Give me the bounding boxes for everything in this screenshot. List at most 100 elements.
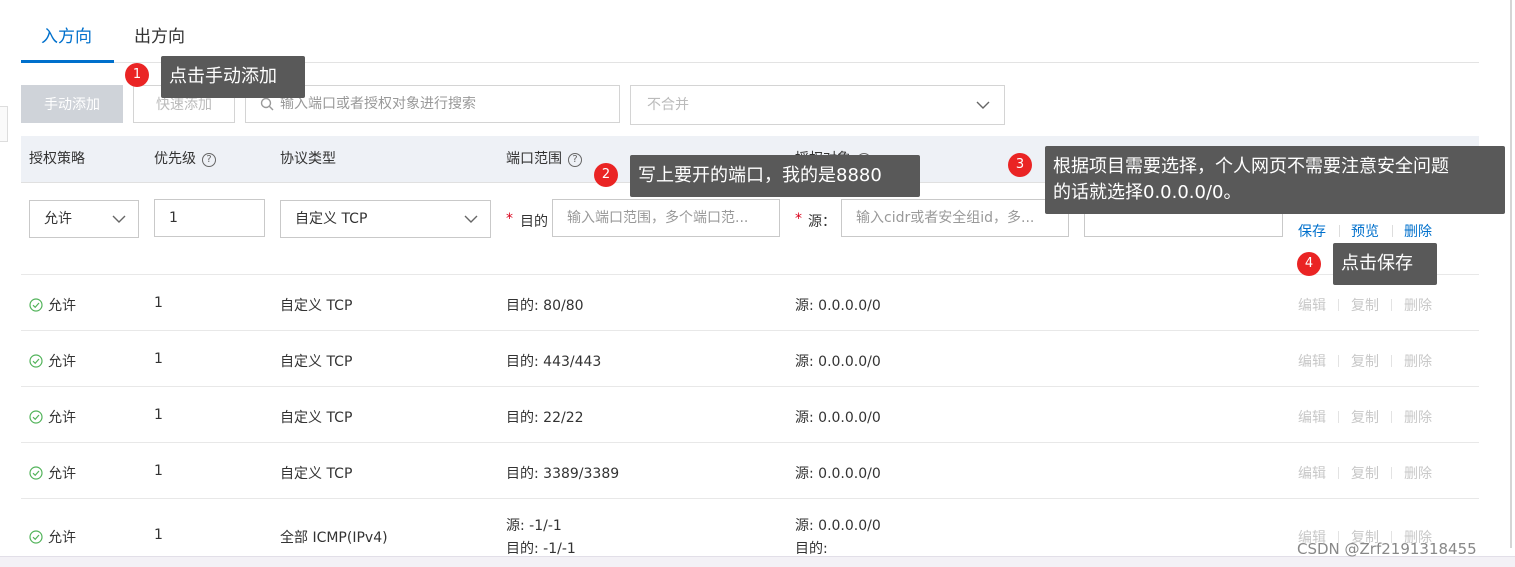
- active-tab-indicator: [21, 60, 114, 63]
- protocol-select-value: 自定义 TCP: [295, 211, 368, 227]
- protocol-cell: 自定义 TCP: [280, 466, 353, 482]
- protocol-select[interactable]: 自定义 TCP: [280, 200, 491, 238]
- tab-outbound[interactable]: 出方向: [134, 26, 185, 52]
- divider: [1391, 411, 1392, 423]
- policy-cell: 允许: [29, 407, 76, 427]
- port-cell: 目的: 3389/3389: [506, 466, 620, 482]
- annotation-badge-3: 3: [1008, 153, 1032, 177]
- divider: [1338, 467, 1339, 479]
- annotation-3-line-1: 根据项目需要选择，个人网页不需要注意安全问题: [1053, 156, 1449, 177]
- divider: [1391, 355, 1392, 367]
- target-cell: 源: 0.0.0.0/0: [795, 354, 881, 370]
- required-mark: *: [506, 211, 513, 227]
- policy-cell: 允许: [29, 295, 76, 315]
- copy-link[interactable]: 复制: [1351, 407, 1379, 427]
- protocol-cell: 自定义 TCP: [280, 354, 353, 370]
- copy-link[interactable]: 复制: [1351, 463, 1379, 483]
- policy-cell: 允许: [29, 527, 76, 547]
- panel-right-border: [1510, 0, 1512, 548]
- search-icon: [260, 97, 274, 111]
- chevron-down-icon: [112, 215, 126, 223]
- edit-link[interactable]: 编辑: [1298, 295, 1326, 315]
- target-cell: 源: 0.0.0.0/0: [795, 410, 881, 426]
- help-icon[interactable]: ?: [568, 152, 582, 167]
- port-range-field[interactable]: [552, 199, 780, 237]
- divider: [1338, 355, 1339, 367]
- annotation-badge-4: 4: [1297, 252, 1321, 276]
- check-circle-icon: [29, 466, 43, 480]
- table-row: 允许 1 全部 ICMP(IPv4) 源: -1/-1 目的: -1/-1 源:…: [21, 498, 1479, 557]
- divider: [1339, 225, 1340, 237]
- search-input[interactable]: [280, 96, 600, 112]
- annotation-badge-2: 2: [594, 163, 618, 187]
- policy-select[interactable]: 允许: [29, 200, 139, 238]
- check-circle-icon: [29, 298, 43, 312]
- header-protocol: 协议类型: [280, 151, 336, 167]
- target-cell-line2: 目的:: [795, 541, 828, 557]
- help-icon[interactable]: ?: [202, 152, 216, 167]
- policy-select-value: 允许: [44, 211, 72, 227]
- table-row: 允许 1 自定义 TCP 目的: 443/443 源: 0.0.0.0/0 编辑…: [21, 330, 1479, 386]
- check-circle-icon: [29, 410, 43, 424]
- check-circle-icon: [29, 530, 43, 544]
- divider: [1391, 299, 1392, 311]
- protocol-cell: 全部 ICMP(IPv4): [280, 530, 388, 546]
- protocol-cell: 自定义 TCP: [280, 410, 353, 426]
- preview-link[interactable]: 预览: [1351, 221, 1379, 241]
- header-port-range: 端口范围?: [506, 136, 582, 183]
- edit-link[interactable]: 编辑: [1298, 463, 1326, 483]
- merge-select-value: 不合并: [647, 97, 689, 113]
- check-circle-icon: [29, 354, 43, 368]
- delete-link[interactable]: 删除: [1404, 351, 1432, 371]
- required-mark: *: [795, 211, 802, 227]
- divider: [1391, 467, 1392, 479]
- port-range-input[interactable]: [553, 200, 779, 236]
- table-row: 允许 1 自定义 TCP 目的: 22/22 源: 0.0.0.0/0 编辑 复…: [21, 386, 1479, 442]
- divider: [1338, 411, 1339, 423]
- priority-cell: 1: [154, 351, 163, 367]
- priority-input-box[interactable]: 1: [154, 199, 265, 237]
- priority-cell: 1: [154, 463, 163, 479]
- delete-link[interactable]: 删除: [1404, 295, 1432, 315]
- target-cell: 源: 0.0.0.0/0: [795, 518, 881, 534]
- source-label: 源：: [808, 214, 836, 230]
- watermark: CSDN @Zrf2191318455: [1297, 540, 1477, 558]
- manual-add-button[interactable]: 手动添加: [21, 85, 123, 123]
- sidebar-collapse-handle[interactable]: [0, 106, 8, 142]
- annotation-badge-1: 1: [125, 63, 149, 87]
- edit-link[interactable]: 编辑: [1298, 407, 1326, 427]
- port-cell: 目的: 22/22: [506, 410, 584, 426]
- target-input[interactable]: [842, 200, 1068, 236]
- delete-link[interactable]: 删除: [1404, 463, 1432, 483]
- bottom-scroll-strip: [0, 556, 1515, 567]
- target-field[interactable]: [841, 199, 1069, 237]
- priority-input[interactable]: 1: [169, 200, 178, 236]
- save-link[interactable]: 保存: [1298, 221, 1326, 241]
- chevron-down-icon: [976, 101, 990, 109]
- annotation-3: 根据项目需要选择，个人网页不需要注意安全问题 的话就选择0.0.0.0/0。: [1045, 146, 1505, 214]
- table-row: 允许 1 自定义 TCP 目的: 80/80 源: 0.0.0.0/0 编辑 复…: [21, 274, 1479, 330]
- target-cell: 源: 0.0.0.0/0: [795, 298, 881, 314]
- annotation-3-line-2: 的话就选择0.0.0.0/0。: [1053, 182, 1242, 203]
- header-policy: 授权策略: [29, 151, 85, 167]
- copy-link[interactable]: 复制: [1351, 351, 1379, 371]
- edit-link[interactable]: 编辑: [1298, 351, 1326, 371]
- port-cell: 源: -1/-1: [506, 518, 562, 534]
- port-cell: 目的: 80/80: [506, 298, 584, 314]
- dest-label: 目的: [520, 214, 548, 230]
- policy-cell: 允许: [29, 463, 76, 483]
- copy-link[interactable]: 复制: [1351, 295, 1379, 315]
- priority-cell: 1: [154, 407, 163, 423]
- target-cell: 源: 0.0.0.0/0: [795, 466, 881, 482]
- protocol-cell: 自定义 TCP: [280, 298, 353, 314]
- policy-cell: 允许: [29, 351, 76, 371]
- merge-select[interactable]: 不合并: [630, 85, 1005, 125]
- port-cell: 目的: 443/443: [506, 354, 602, 370]
- tab-inbound[interactable]: 入方向: [41, 26, 92, 52]
- annotation-1: 点击手动添加: [161, 56, 305, 98]
- port-cell-line2: 目的: -1/-1: [506, 541, 576, 557]
- delete-link[interactable]: 删除: [1404, 407, 1432, 427]
- priority-cell: 1: [154, 527, 163, 543]
- annotation-2: 写上要开的端口，我的是8880: [630, 155, 920, 197]
- delete-link[interactable]: 删除: [1404, 221, 1432, 241]
